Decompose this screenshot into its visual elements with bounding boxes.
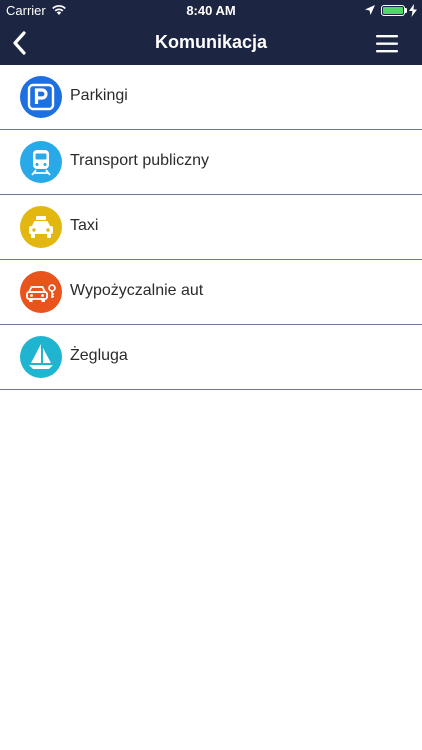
chevron-left-icon	[13, 31, 26, 55]
top-bar: Carrier 8:40 AM Komunikacja	[0, 0, 422, 65]
page-title: Komunikacja	[154, 32, 268, 52]
sailboat-icon	[20, 336, 62, 378]
battery-level	[383, 7, 403, 14]
category-list: Parkingi Transport publiczny Taxi Wypoży…	[0, 65, 422, 390]
parking-icon	[20, 76, 62, 118]
train-icon	[20, 141, 62, 183]
list-item-zegluga[interactable]: Żegluga	[0, 325, 422, 390]
list-item-label: Taxi	[70, 217, 99, 234]
list-item-parkingi[interactable]: Parkingi	[0, 65, 422, 130]
navigation-bar: Komunikacja	[0, 22, 422, 65]
status-bar: Carrier 8:40 AM	[0, 0, 422, 22]
list-item-transport-publiczny[interactable]: Transport publiczny	[0, 130, 422, 195]
back-button[interactable]	[8, 28, 34, 58]
list-item-wypozyczalnie-aut[interactable]: Wypożyczalnie aut	[0, 260, 422, 325]
list-item-label: Wypożyczalnie aut	[70, 282, 204, 299]
clock: 8:40 AM	[186, 3, 236, 18]
car-rental-icon	[20, 271, 62, 313]
menu-button[interactable]	[372, 32, 404, 56]
taxi-icon	[20, 206, 62, 248]
battery-tip	[405, 8, 407, 13]
list-item-taxi[interactable]: Taxi	[0, 195, 422, 260]
battery-icon	[381, 5, 405, 16]
list-item-label: Transport publiczny	[70, 152, 210, 169]
list-item-label: Żegluga	[70, 347, 128, 364]
location-arrow-icon	[364, 4, 376, 19]
charging-bolt-icon	[409, 4, 417, 20]
hamburger-menu-icon	[376, 35, 398, 53]
list-item-label: Parkingi	[70, 87, 128, 104]
